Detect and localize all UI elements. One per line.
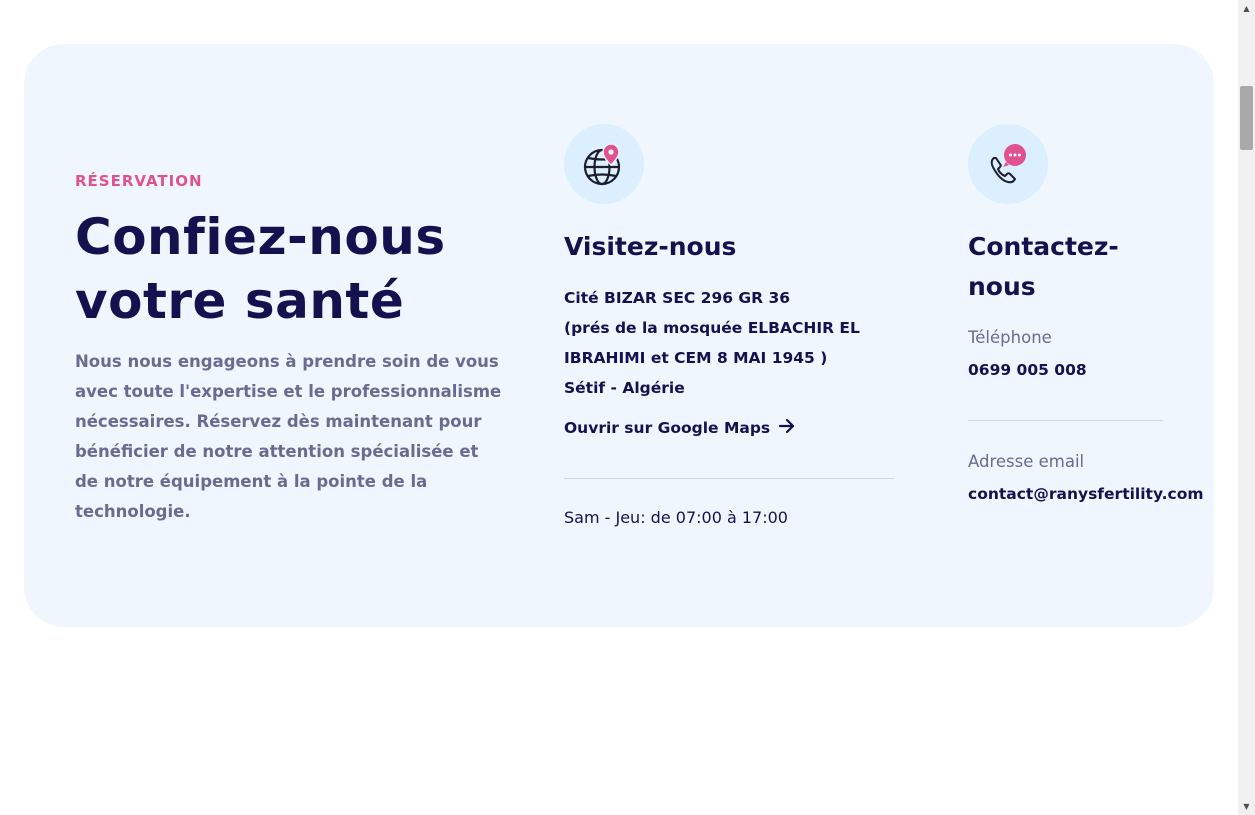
address-line: Cité BIZAR SEC 296 GR 36 <box>564 289 791 307</box>
contact-title: Contactez-nous <box>968 232 1119 301</box>
email-label: Adresse email <box>968 452 1085 471</box>
section-intro: Nous nous engageons à prendre soin de vo… <box>75 352 502 521</box>
globe-location-pin-icon <box>564 124 644 204</box>
vertical-scrollbar[interactable]: ▲ ▼ <box>1238 0 1255 815</box>
opening-hours: Sam - Jeu: de 07:00 à 17:00 <box>564 508 788 527</box>
section-kicker: RÉSERVATION <box>75 172 203 190</box>
google-maps-link[interactable]: Ouvrir sur Google Maps <box>564 417 796 439</box>
google-maps-link-label: Ouvrir sur Google Maps <box>564 419 771 437</box>
visit-title: Visitez-nous <box>564 232 737 261</box>
section-headline: Confiez-nous votre santé <box>75 208 446 330</box>
address: Cité BIZAR SEC 296 GR 36 (prés de la mos… <box>564 283 894 403</box>
scroll-up-arrow-icon[interactable]: ▲ <box>1238 0 1255 17</box>
phone-chat-bubble-icon <box>968 124 1048 204</box>
phone-number[interactable]: 0699 005 008 <box>968 361 1087 379</box>
address-line: Sétif - Algérie <box>564 379 685 397</box>
scrollbar-thumb[interactable] <box>1240 86 1253 150</box>
email-address[interactable]: contact@ranysfertility.com <box>968 485 1204 503</box>
scroll-down-arrow-icon[interactable]: ▼ <box>1238 798 1255 815</box>
phone-label: Téléphone <box>968 328 1052 347</box>
address-line: IBRAHIMI et CEM 8 MAI 1945 ) <box>564 349 828 367</box>
divider <box>968 420 1163 421</box>
address-line: (prés de la mosquée ELBACHIR EL <box>564 319 860 337</box>
arrow-right-icon <box>778 417 796 439</box>
divider <box>564 478 894 479</box>
